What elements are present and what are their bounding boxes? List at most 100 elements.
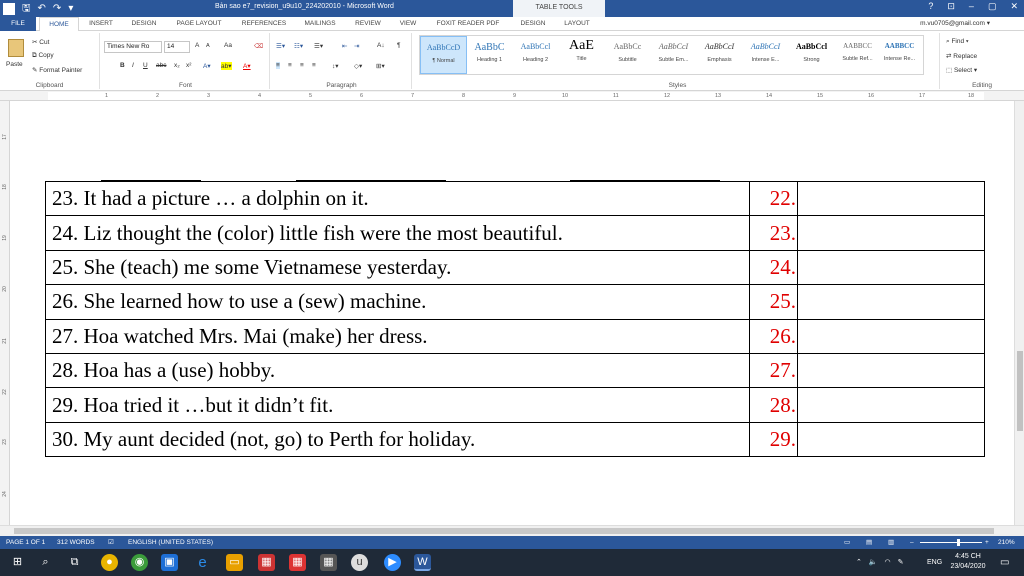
- format-painter-button[interactable]: ✎ Format Painter: [32, 66, 82, 74]
- answer-blank-cell[interactable]: [797, 352, 985, 389]
- find-button[interactable]: ⌕ Find ▾: [946, 38, 969, 46]
- document-canvas[interactable]: 23. It had a picture … a dolphin on it. …: [10, 101, 1014, 525]
- zoom-slider-thumb[interactable]: [957, 539, 960, 546]
- unikey-icon[interactable]: ▦: [289, 554, 306, 571]
- answer-number-cell[interactable]: 29.: [749, 421, 798, 458]
- tab-table-layout[interactable]: LAYOUT: [558, 17, 596, 31]
- minimize-button[interactable]: –: [969, 1, 974, 12]
- edge-icon[interactable]: e: [194, 554, 211, 571]
- style-intense-reference[interactable]: AABBCC Intense Re...: [876, 36, 923, 74]
- question-cell[interactable]: 27. Hoa watched Mrs. Mai (make) her dres…: [45, 318, 750, 354]
- clock[interactable]: 4:45 CH 23/04/2020: [948, 552, 988, 574]
- style-subtle-reference[interactable]: AABBCC Subtle Ref...: [834, 36, 881, 74]
- align-right-icon[interactable]: ≡: [300, 62, 304, 69]
- text-effects-icon[interactable]: A▾: [203, 62, 211, 70]
- question-cell[interactable]: 24. Liz thought the (color) little fish …: [45, 215, 750, 251]
- zoom-level[interactable]: 210%: [998, 536, 1015, 549]
- app-icon[interactable]: ▦: [258, 554, 275, 571]
- scrollbar-thumb[interactable]: [1017, 351, 1023, 431]
- tab-table-design[interactable]: DESIGN: [515, 17, 551, 31]
- utorrent-icon[interactable]: u: [351, 554, 368, 571]
- font-color-icon[interactable]: A▾: [243, 62, 251, 70]
- decrease-indent-icon[interactable]: ⇤: [342, 42, 347, 50]
- redo-icon[interactable]: ↷: [53, 1, 61, 16]
- zoom-in-button[interactable]: +: [985, 536, 989, 549]
- save-icon[interactable]: 🖫: [22, 1, 31, 16]
- increase-indent-icon[interactable]: ⇥: [354, 42, 359, 50]
- question-cell[interactable]: 29. Hoa tried it …but it didn’t fit.: [45, 387, 750, 423]
- tab-page-layout[interactable]: PAGE LAYOUT: [170, 17, 228, 31]
- zoom-icon[interactable]: ▶: [384, 554, 401, 571]
- replace-button[interactable]: ⇄ Replace: [946, 52, 977, 60]
- account-email[interactable]: m.vu0705@gmail.com ▾: [920, 17, 990, 31]
- coccoc-icon[interactable]: ◉: [131, 554, 148, 571]
- multilevel-list-icon[interactable]: ☰▾: [314, 42, 323, 50]
- tab-references[interactable]: REFERENCES: [237, 17, 291, 31]
- tab-insert[interactable]: INSERT: [85, 17, 117, 31]
- answer-number-cell[interactable]: 24.: [749, 249, 798, 286]
- tab-foxit[interactable]: FOXIT READER PDF: [430, 17, 506, 31]
- answer-number-cell[interactable]: 23.: [749, 215, 798, 251]
- task-view-icon[interactable]: ⧉: [66, 554, 83, 571]
- shrink-font-button[interactable]: A: [206, 43, 210, 49]
- folder-icon[interactable]: ▭: [226, 554, 243, 571]
- answer-blank-cell[interactable]: [797, 421, 985, 458]
- tab-file[interactable]: FILE: [0, 17, 36, 31]
- font-family-select[interactable]: Times New Ro: [104, 41, 162, 53]
- show-hidden-icon[interactable]: ⌃: [856, 559, 862, 566]
- subscript-button[interactable]: x₂: [174, 62, 180, 69]
- volume-icon[interactable]: 🔈: [869, 559, 878, 566]
- style-subtle-emphasis[interactable]: AaBbCcI Subtle Em...: [650, 36, 697, 74]
- network-icon[interactable]: ◠: [885, 559, 891, 566]
- justify-icon[interactable]: ≡: [312, 62, 316, 69]
- highlight-icon[interactable]: ab▾: [221, 62, 232, 70]
- question-cell[interactable]: 28. Hoa has a (use) hobby.: [45, 352, 750, 389]
- question-cell[interactable]: 26. She learned how to use a (sew) machi…: [45, 284, 750, 320]
- style-heading-2[interactable]: AaBbCcl Heading 2: [512, 36, 559, 74]
- question-cell[interactable]: 30. My aunt decided (not, go) to Perth f…: [45, 421, 750, 458]
- print-layout-icon[interactable]: ▤: [866, 536, 872, 549]
- read-mode-icon[interactable]: ▭: [844, 536, 850, 549]
- answer-number-cell[interactable]: 27.: [749, 352, 798, 389]
- answer-blank-cell[interactable]: [797, 249, 985, 286]
- borders-icon[interactable]: ⊞▾: [376, 62, 385, 70]
- italic-button[interactable]: I: [132, 62, 134, 69]
- undo-icon[interactable]: ↶: [38, 1, 46, 16]
- tab-home[interactable]: HOME: [39, 17, 79, 31]
- cut-button[interactable]: ✂ Cut: [32, 38, 49, 46]
- select-button[interactable]: ⬚ Select ▾: [946, 66, 977, 74]
- search-icon[interactable]: ⌕: [37, 554, 54, 571]
- style-title[interactable]: AaE Title: [558, 36, 605, 74]
- language-indicator[interactable]: ENGLISH (UNITED STATES): [128, 536, 213, 549]
- vertical-ruler[interactable]: 17 18 19 20 21 22 23 24: [0, 101, 10, 525]
- answer-blank-cell[interactable]: [797, 284, 985, 320]
- bold-button[interactable]: B: [120, 62, 125, 69]
- shading-icon[interactable]: ◇▾: [354, 62, 362, 70]
- word-taskbar-icon[interactable]: W: [414, 554, 431, 571]
- align-left-icon[interactable]: ≡: [276, 62, 280, 69]
- notifications-icon[interactable]: ▭: [1000, 549, 1009, 576]
- web-layout-icon[interactable]: ▥: [888, 536, 894, 549]
- font-size-select[interactable]: 14: [164, 41, 190, 53]
- calculator-icon[interactable]: ▦: [320, 554, 337, 571]
- answer-blank-cell[interactable]: [797, 215, 985, 251]
- tab-review[interactable]: REVIEW: [350, 17, 386, 31]
- question-cell[interactable]: 23. It had a picture … a dolphin on it.: [45, 180, 750, 217]
- style-normal[interactable]: AaBbCcD ¶ Normal: [420, 36, 467, 74]
- tab-design[interactable]: DESIGN: [127, 17, 161, 31]
- word-count[interactable]: 312 WORDS: [57, 536, 95, 549]
- style-strong[interactable]: AaBbCcl Strong: [788, 36, 835, 74]
- ribbon-display-icon[interactable]: ⊡: [947, 1, 955, 12]
- question-cell[interactable]: 25. She (teach) me some Vietnamese yeste…: [45, 249, 750, 286]
- bullets-icon[interactable]: ☰▾: [276, 42, 285, 50]
- file-explorer-icon[interactable]: ▣: [161, 554, 178, 571]
- show-formatting-button[interactable]: ¶: [397, 42, 401, 49]
- copy-button[interactable]: ⧉ Copy: [32, 52, 54, 60]
- help-icon[interactable]: ?: [928, 1, 933, 12]
- proofing-icon[interactable]: ☑: [108, 536, 114, 549]
- line-spacing-icon[interactable]: ↕▾: [332, 62, 339, 70]
- horizontal-scrollbar[interactable]: [0, 525, 1024, 536]
- answer-number-cell[interactable]: 28.: [749, 387, 798, 423]
- maximize-button[interactable]: ▢: [988, 1, 997, 12]
- answer-blank-cell[interactable]: [797, 387, 985, 423]
